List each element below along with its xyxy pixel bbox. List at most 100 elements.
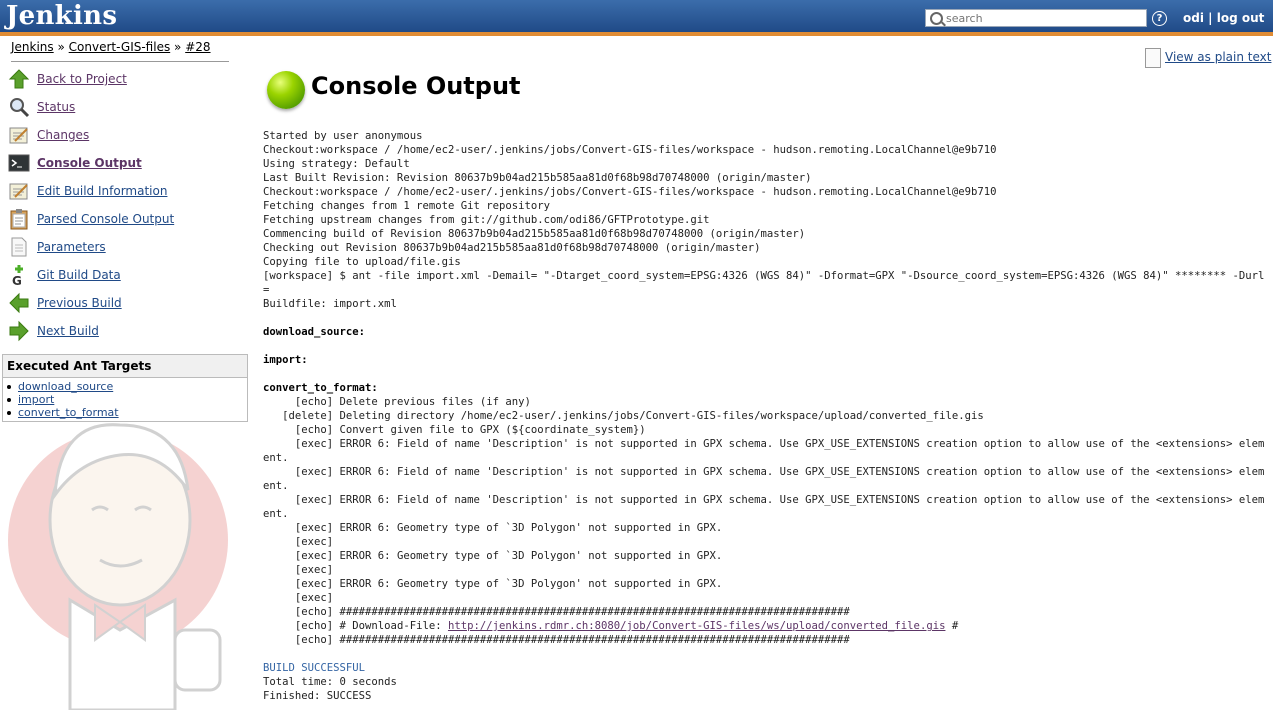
console-line-text: convert_to_format: [263,382,378,394]
logout-link[interactable]: log out [1217,11,1265,25]
console-line: Fetching changes from 1 remote Git repos… [263,199,1268,213]
console-line: [exec] [263,563,1268,577]
console-line-text: [exec] ERROR 6: Geometry type of `3D Pol… [263,550,723,562]
breadcrumb-jenkins[interactable]: Jenkins [11,40,54,54]
console-line: Commencing build of Revision 80637b9b04a… [263,227,1268,241]
notepad-icon [9,127,28,144]
console-line: Buildfile: import.xml [263,297,1268,311]
task-label[interactable]: Back to Project [37,72,127,86]
console-line: [echo] #################################… [263,605,1268,619]
task-label[interactable]: Changes [37,128,89,142]
console-line-text: [exec] ERROR 6: Geometry type of `3D Pol… [263,522,723,534]
console-line: Checkout:workspace / /home/ec2-user/.jen… [263,143,1268,157]
view-plain-text-link[interactable]: View as plain text [1165,50,1271,64]
download-file-link[interactable]: http://jenkins.rdmr.ch:8080/job/Convert-… [448,620,945,632]
help-icon[interactable]: ? [1152,11,1167,26]
jenkins-butler-watermark [8,423,228,710]
breadcrumb-separator: » [57,40,65,54]
console-line-text: [workspace] $ ant -file import.xml -Dema… [263,270,1265,296]
breadcrumb-divider [11,61,229,62]
console-line-text: [echo] #################################… [263,634,850,646]
page-title: Console Output [311,72,521,100]
breadcrumb: Jenkins » Convert-GIS-files » #28 [11,40,211,54]
search-icon [930,12,943,25]
console-line: Total time: 0 seconds [263,675,1268,689]
clipboard-icon [10,209,28,230]
ant-targets-title: Executed Ant Targets [3,355,247,378]
console-line-text: [echo] Delete previous files (if any) [263,396,531,408]
console-line-text: [exec] ERROR 6: Geometry type of `3D Pol… [263,578,723,590]
right-arrow-icon [9,320,29,342]
up-arrow-icon [8,69,30,89]
console-line-text: Total time: 0 seconds [263,676,397,688]
console-line-text: [exec] [263,564,334,576]
task-label[interactable]: Status [37,100,75,114]
console-line-suffix: # [945,620,959,632]
console-line-text: Copying file to upload/file.gis [263,256,461,268]
console-line: [echo] #################################… [263,633,1268,647]
ant-target-link[interactable]: download_source [18,380,113,393]
console-line: [delete] Deleting directory /home/ec2-us… [263,409,1268,423]
notepad-icon [9,183,28,200]
user-links: odi | log out [1183,11,1264,25]
console-line-text: Started by user anonymous [263,130,423,142]
console-line-text: [exec] [263,536,334,548]
search-box[interactable] [925,9,1147,27]
console-line: [exec] ERROR 6: Field of name 'Descripti… [263,465,1268,493]
console-line-text: Finished: SUCCESS [263,690,372,702]
task-label[interactable]: Parameters [37,240,106,254]
user-link[interactable]: odi [1183,11,1204,25]
console-line-text: [delete] Deleting directory /home/ec2-us… [263,410,984,422]
console-line-text: Last Built Revision: Revision 80637b9b04… [263,172,812,184]
console-line: [exec] ERROR 6: Geometry type of `3D Pol… [263,549,1268,563]
console-line-text: download_source: [263,326,366,338]
task-label[interactable]: Console Output [37,156,142,170]
magnifier-icon [10,98,30,118]
console-output: Started by user anonymous Checkout:worksp… [263,129,1268,703]
console-line-text: [echo] # Download-File: [263,620,448,632]
console-line: [exec] ERROR 6: Field of name 'Descripti… [263,493,1268,521]
console-line-text: Fetching upstream changes from git://git… [263,214,710,226]
left-arrow-icon [9,292,29,314]
console-line: [exec] ERROR 6: Geometry type of `3D Pol… [263,521,1268,535]
console-line: Started by user anonymous [263,129,1268,143]
console-line: [echo] Delete previous files (if any) [263,395,1268,409]
console-line-text: Fetching changes from 1 remote Git repos… [263,200,551,212]
console-line: [exec] ERROR 6: Field of name 'Descripti… [263,437,1268,465]
task-label[interactable]: Git Build Data [37,268,121,282]
console-line-text: Commencing build of Revision 80637b9b04a… [263,228,806,240]
user-separator: | [1208,11,1213,25]
console-line: convert_to_format: [263,381,1268,395]
task-label[interactable]: Previous Build [37,296,122,310]
console-line: Finished: SUCCESS [263,689,1268,703]
breadcrumb-build[interactable]: #28 [185,40,210,54]
search-input[interactable] [946,10,1144,26]
console-line: [workspace] $ ant -file import.xml -Dema… [263,269,1268,297]
console-line: download_source: [263,325,1268,339]
breadcrumb-job[interactable]: Convert-GIS-files [69,40,171,54]
document-icon [1145,48,1161,68]
console-line: [exec] [263,535,1268,549]
console-line-text: [exec] ERROR 6: Field of name 'Descripti… [263,494,1265,520]
console-line-text: Checkout:workspace / /home/ec2-user/.jen… [263,186,997,198]
console-line-text: Checkout:workspace / /home/ec2-user/.jen… [263,144,997,156]
console-line-text: Using strategy: Default [263,158,410,170]
task-label[interactable]: Edit Build Information [37,184,167,198]
console-line: Checking out Revision 80637b9b04ad215b58… [263,241,1268,255]
task-label[interactable]: Next Build [37,324,99,338]
console-line-text: [exec] [263,592,334,604]
console-line-text: Checking out Revision 80637b9b04ad215b58… [263,242,761,254]
task-label[interactable]: Parsed Console Output [37,212,174,226]
console-line-text: [exec] ERROR 6: Field of name 'Descripti… [263,466,1265,492]
console-line-text: import: [263,354,308,366]
jenkins-logo[interactable]: Jenkins [6,1,117,31]
console-line: Copying file to upload/file.gis [263,255,1268,269]
console-line-text: [echo] Convert given file to GPX (${coor… [263,424,646,436]
console-line: [exec] ERROR 6: Geometry type of `3D Pol… [263,577,1268,591]
git-icon: G [12,265,23,286]
console-line: [exec] [263,591,1268,605]
build-status-ball-icon [267,71,305,109]
svg-text:G: G [12,274,22,286]
